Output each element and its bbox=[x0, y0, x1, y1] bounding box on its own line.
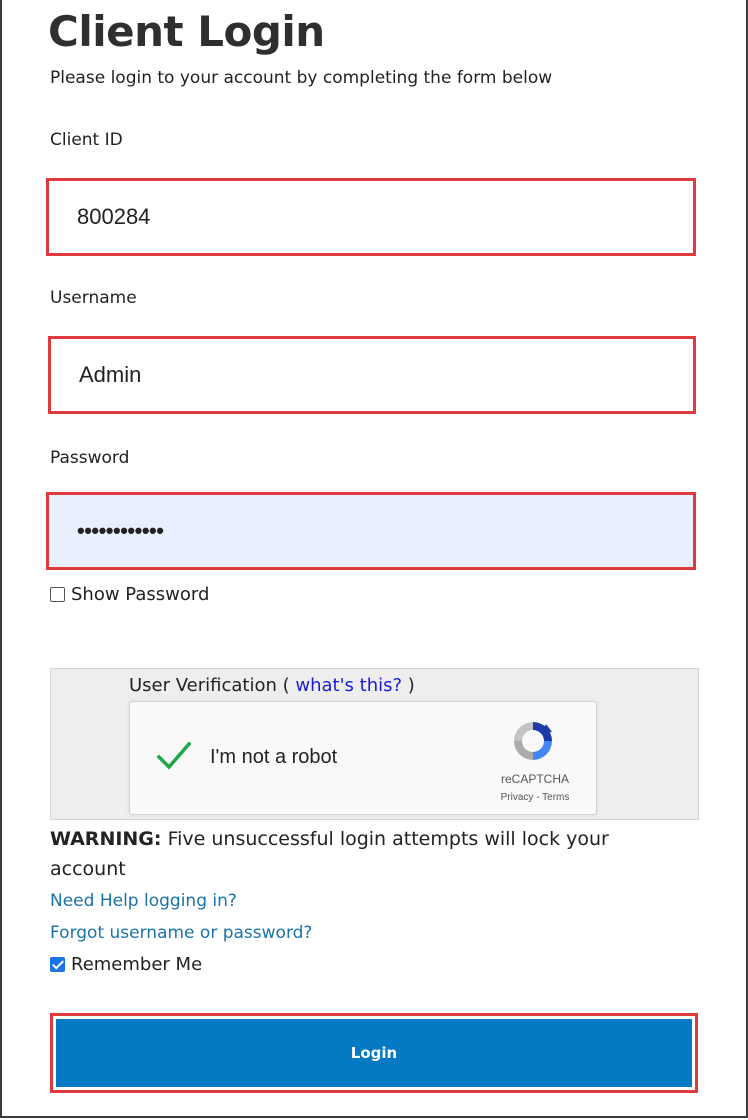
client-id-field[interactable]: 800284 bbox=[46, 178, 696, 256]
username-label: Username bbox=[50, 288, 137, 308]
login-button-highlight: Login bbox=[50, 1013, 698, 1093]
lockout-warning: WARNING: Five unsuccessful login attempt… bbox=[50, 824, 690, 884]
username-value: Admin bbox=[79, 362, 142, 387]
recaptcha-widget[interactable]: I'm not a robot reCAPTCHA Privacy - Term… bbox=[129, 701, 597, 815]
recaptcha-logo-icon bbox=[514, 722, 552, 760]
need-help-link[interactable]: Need Help logging in? bbox=[50, 889, 237, 913]
remember-me-row[interactable]: Remember Me bbox=[50, 954, 202, 975]
password-field[interactable]: •••••••••••• bbox=[46, 492, 696, 570]
show-password-checkbox[interactable] bbox=[50, 587, 65, 602]
password-label: Password bbox=[50, 448, 130, 468]
client-id-value: 800284 bbox=[77, 204, 151, 229]
login-panel: Client Login Please login to your accoun… bbox=[0, 0, 748, 1118]
forgot-credentials-link[interactable]: Forgot username or password? bbox=[50, 921, 312, 945]
verification-label-close: ) bbox=[407, 675, 415, 696]
user-verification-box: User Verification ( what's this? ) I'm n… bbox=[50, 668, 699, 820]
remember-me-checkbox[interactable] bbox=[50, 957, 65, 972]
warning-prefix: WARNING: bbox=[50, 828, 162, 850]
login-button[interactable]: Login bbox=[56, 1019, 692, 1087]
whats-this-link[interactable]: what's this? bbox=[295, 675, 402, 696]
page-title: Client Login bbox=[48, 7, 325, 56]
show-password-label: Show Password bbox=[71, 584, 210, 605]
username-field[interactable]: Admin bbox=[48, 336, 696, 414]
show-password-row[interactable]: Show Password bbox=[50, 584, 209, 605]
remember-me-label: Remember Me bbox=[71, 954, 203, 975]
captcha-label: I'm not a robot bbox=[210, 746, 338, 768]
recaptcha-brand: reCAPTCHA bbox=[500, 772, 569, 786]
page-subtitle: Please login to your account by completi… bbox=[50, 68, 553, 88]
recaptcha-privacy-terms[interactable]: Privacy - Terms bbox=[470, 792, 600, 803]
verification-label-text: User Verification ( bbox=[129, 675, 290, 696]
captcha-checkmark-icon[interactable] bbox=[156, 738, 192, 774]
user-verification-label: User Verification ( what's this? ) bbox=[129, 673, 415, 699]
client-id-label: Client ID bbox=[50, 130, 123, 150]
password-value: •••••••••••• bbox=[77, 518, 164, 543]
